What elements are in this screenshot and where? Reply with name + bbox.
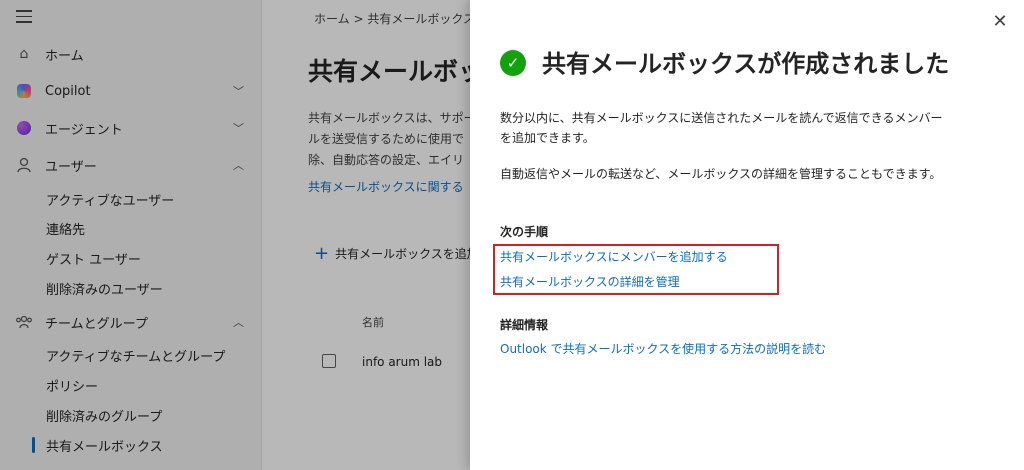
outlook-help-link[interactable]: Outlook で共有メールボックスを使用する方法の説明を読む xyxy=(500,340,826,357)
paragraph-line: を追加できます。 xyxy=(500,131,595,145)
panel-paragraph-manage: 自動返信やメールの転送など、メールボックスの詳細を管理することもできます。 xyxy=(500,167,942,181)
panel-paragraph-members: 数分以内に、共有メールボックスに送信されたメールを読んで返信できるメンバー を追… xyxy=(500,108,942,148)
more-info-heading: 詳細情報 xyxy=(500,318,549,332)
checkmark-circle-icon: ✓ xyxy=(500,50,526,76)
add-members-link[interactable]: 共有メールボックスにメンバーを追加する xyxy=(500,248,728,265)
next-steps-heading: 次の手順 xyxy=(500,225,549,239)
close-icon[interactable]: ✕ xyxy=(990,12,1010,32)
panel-title: 共有メールボックスが作成されました xyxy=(542,50,950,78)
success-flyout-panel: ✕ ✓ 共有メールボックスが作成されました 数分以内に、共有メールボックスに送信… xyxy=(470,0,1024,470)
manage-details-link[interactable]: 共有メールボックスの詳細を管理 xyxy=(500,273,680,290)
modal-overlay[interactable] xyxy=(0,0,470,470)
paragraph-line: 数分以内に、共有メールボックスに送信されたメールを読んで返信できるメンバー xyxy=(500,111,943,125)
